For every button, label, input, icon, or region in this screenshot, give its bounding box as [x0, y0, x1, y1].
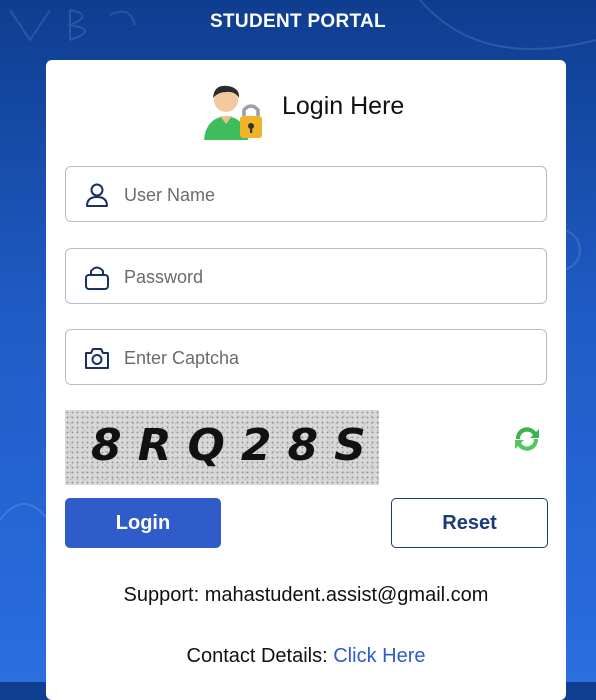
lock-icon [85, 266, 109, 290]
support-text: Support: mahastudent.assist@gmail.com [123, 584, 489, 606]
username-input[interactable] [122, 167, 536, 223]
captcha-image: 8RQ28S [65, 410, 379, 485]
login-title: Login Here [282, 92, 405, 120]
contact-link[interactable]: Click Here [333, 645, 425, 667]
captcha-text: 8RQ28S [91, 420, 379, 471]
captcha-input[interactable] [122, 330, 536, 386]
login-header: Login Here [46, 80, 566, 142]
user-lock-icon [204, 85, 262, 140]
camera-icon [85, 348, 109, 369]
reset-button[interactable]: Reset [391, 498, 548, 548]
login-card: Login Here 8RQ28S Login Reset Support: m… [46, 60, 566, 700]
captcha-field[interactable] [65, 329, 547, 386]
login-button[interactable]: Login [65, 498, 221, 548]
contact-label: Contact Details: [186, 645, 334, 667]
portal-title: STUDENT PORTAL [210, 11, 386, 32]
contact-details: Contact Details: Click Here [46, 645, 566, 668]
refresh-icon[interactable] [510, 422, 544, 456]
password-input[interactable] [122, 249, 536, 305]
username-field[interactable] [65, 166, 547, 223]
user-icon [86, 183, 108, 207]
password-field[interactable] [65, 248, 547, 305]
